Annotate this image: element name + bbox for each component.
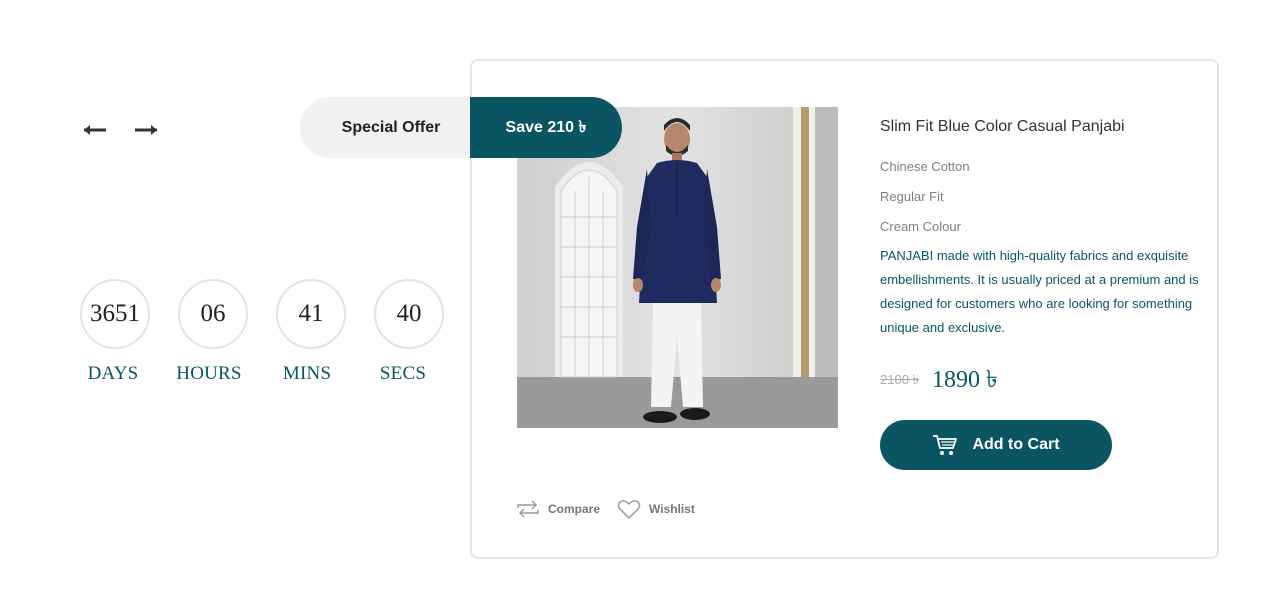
special-offer-label: Special Offer (341, 118, 441, 136)
next-arrow-icon[interactable] (132, 118, 160, 142)
prev-arrow-icon[interactable] (81, 118, 109, 142)
product-description: PANJABI made with high-quality fabrics a… (880, 248, 1199, 335)
countdown-mins: 41 MINS (276, 279, 376, 384)
countdown-label: SECS (379, 363, 427, 384)
countdown-hours: 06 HOURS (176, 279, 278, 384)
compare-label: Compare (548, 502, 601, 516)
compare-button[interactable]: Compare (516, 498, 600, 520)
countdown-value: 3651 (80, 279, 150, 349)
old-price: 2100 ৳ (880, 372, 920, 387)
wishlist-label: Wishlist (649, 502, 695, 516)
product-spec-fabric: Chinese Cotton (880, 159, 970, 174)
product-spec-colour: Cream Colour (880, 219, 961, 234)
countdown-label: DAYS (87, 363, 139, 384)
current-price: 1890 ৳ (932, 367, 998, 393)
countdown-label: HOURS (176, 363, 242, 384)
heart-icon (617, 498, 641, 520)
compare-arrows-icon (516, 498, 540, 520)
countdown-value: 40 (374, 279, 444, 349)
product-title: Slim Fit Blue Color Casual Panjabi (880, 118, 1125, 135)
special-offer-badge: Special Offer Save 210 ৳ (300, 97, 622, 158)
countdown-value: 41 (276, 279, 346, 349)
add-to-cart-button[interactable]: Add to Cart (880, 420, 1112, 470)
save-amount-badge: Save 210 ৳ (470, 97, 622, 158)
countdown-secs: 40 SECS (374, 279, 474, 384)
countdown-days: 3651 DAYS (80, 279, 180, 384)
countdown-value: 06 (178, 279, 248, 349)
add-to-cart-label: Add to Cart (972, 436, 1060, 453)
countdown-label: MINS (282, 363, 332, 384)
product-spec-fit: Regular Fit (880, 189, 944, 204)
cart-icon (932, 433, 958, 457)
wishlist-button[interactable]: Wishlist (617, 498, 695, 520)
